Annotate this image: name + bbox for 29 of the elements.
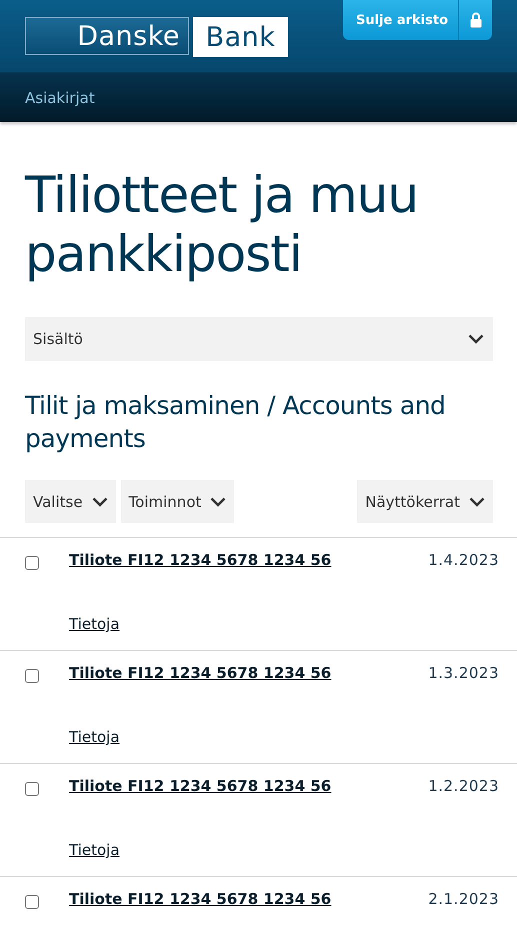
checkbox[interactable]	[25, 556, 39, 570]
checkbox[interactable]	[25, 782, 39, 796]
document-date: 2.1.2023	[428, 890, 499, 910]
chevron-down-icon	[92, 496, 108, 506]
details-link[interactable]: Tietoja	[69, 728, 120, 763]
logo-word: Bank	[193, 17, 288, 57]
details-link[interactable]: Tietoja	[69, 841, 120, 876]
document-link[interactable]: Tiliote FI12 1234 5678 1234 56	[69, 890, 428, 928]
checkbox[interactable]	[25, 669, 39, 683]
document-link[interactable]: Tiliote FI12 1234 5678 1234 56	[69, 777, 428, 813]
document-date: 1.3.2023	[428, 664, 499, 684]
toolbar-dropdown[interactable]: Toiminnot	[120, 480, 234, 523]
lock-icon	[470, 12, 482, 28]
document-link[interactable]: Tiliote FI12 1234 5678 1234 56	[69, 551, 428, 587]
chevron-down-icon	[469, 496, 485, 506]
chevron-down-icon	[468, 334, 484, 344]
details-link[interactable]: Tietoja	[69, 615, 120, 650]
document-link[interactable]: Tiliote FI12 1234 5678 1234 56	[69, 664, 428, 700]
document-date: 1.2.2023	[428, 777, 499, 797]
logo-word: Danske	[25, 17, 189, 55]
document-date: 1.4.2023	[428, 551, 499, 571]
section-title: Tilit ja maksaminen / Accounts and payments	[25, 390, 446, 455]
toolbar-dropdown[interactable]: Valitse	[25, 480, 116, 523]
content-dropdown[interactable]: Sisältö	[25, 317, 493, 361]
checkbox[interactable]	[25, 895, 39, 909]
nav-link[interactable]: Asiakirjat	[25, 88, 95, 106]
page-title: Tiliotteet ja muu pankkiposti	[25, 166, 420, 284]
toolbar-dropdown[interactable]: Näyttökerrat	[357, 480, 493, 523]
chevron-down-icon	[210, 496, 226, 506]
